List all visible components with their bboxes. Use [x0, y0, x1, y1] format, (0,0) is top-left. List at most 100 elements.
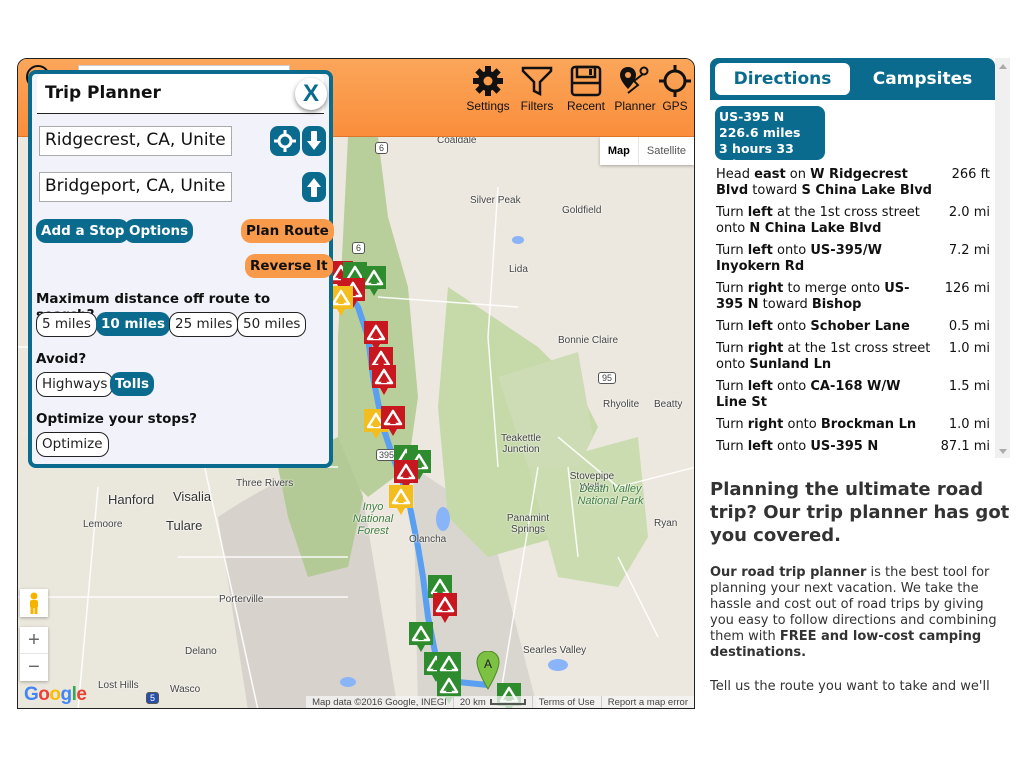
origin-input[interactable]: Ridgecrest, CA, Unite [39, 126, 232, 156]
add-stop-button[interactable]: Add a Stop [36, 219, 130, 243]
gear-icon [473, 66, 503, 96]
map-label: Silver Peak [470, 195, 521, 206]
avoid-tolls-toggle[interactable]: Tolls [110, 372, 154, 396]
google-logo[interactable]: Google [24, 684, 87, 706]
scroll-up-arrow[interactable] [999, 64, 1007, 69]
direction-step[interactable]: Turn left at the 1st cross street onto N… [716, 205, 992, 237]
map-label: Panamint Springs [506, 513, 550, 535]
map-type-satellite-button[interactable]: Satellite [639, 137, 694, 165]
filters-button[interactable]: Filters [512, 65, 562, 113]
optimize-button[interactable]: Optimize [36, 432, 109, 457]
direction-step[interactable]: Turn right at the 1st cross street onto … [716, 341, 992, 373]
start-marker-icon[interactable]: A [476, 651, 500, 691]
map-label: Three Rivers [236, 478, 294, 489]
map-label: Lemoore [83, 519, 123, 530]
settings-label: Settings [466, 99, 510, 113]
map-label: Tulare [166, 518, 203, 533]
directions-list: Head east on W Ridgecrest Blvd toward S … [716, 167, 992, 461]
map-label: Bonnie Claire [558, 335, 619, 346]
direction-distance: 266 ft [951, 167, 990, 182]
distance-option-25[interactable]: 25 miles [169, 312, 239, 337]
direction-instruction: Turn right at the 1st cross street onto … [716, 341, 931, 372]
zoom-in-button[interactable]: + [20, 627, 48, 654]
planner-label: Planner [614, 99, 656, 113]
direction-distance: 0.5 mi [948, 319, 990, 334]
map-type-map-button[interactable]: Map [600, 137, 639, 165]
campsite-marker-red-icon[interactable] [432, 592, 458, 624]
scale-bar [489, 699, 526, 706]
direction-step[interactable]: Turn left onto CA-168 W/W Line St 1.5 mi [716, 379, 992, 411]
direction-step[interactable]: Turn left onto US-395/W Inyokern Rd 7.2 m… [716, 243, 992, 275]
tab-campsites[interactable]: Campsites [855, 63, 990, 95]
map-label: Searles Valley [523, 645, 587, 656]
pegman-icon [30, 592, 38, 614]
map-data-credit: Map data ©2016 Google, INEGI [312, 697, 447, 708]
move-down-button[interactable] [302, 126, 326, 156]
map-label: Lida [509, 264, 528, 275]
map-type-control: Map Satellite [599, 137, 694, 165]
distance-option-10[interactable]: 10 miles [96, 312, 170, 336]
campsite-marker-red-icon[interactable] [371, 364, 397, 396]
map-label: Goldfield [562, 205, 602, 216]
map-scale[interactable]: 20 km [452, 696, 532, 708]
options-button[interactable]: Options [124, 219, 194, 243]
map-label: Wasco [170, 684, 201, 695]
promo-title: Planning the ultimate road trip? Our tri… [710, 479, 1010, 546]
scale-label: 20 km [459, 697, 486, 708]
trip-planner-dialog: Trip Planner X Ridgecrest, CA, Unite Bri… [28, 70, 334, 468]
campsite-marker-green-icon[interactable] [408, 621, 434, 653]
report-map-error-link[interactable]: Report a map error [600, 696, 694, 708]
direction-instruction: Turn right onto Brockman Ln [716, 417, 917, 432]
zoom-out-button[interactable]: − [20, 654, 48, 681]
planner-button[interactable]: Planner [610, 65, 660, 113]
avoid-highways-toggle[interactable]: Highways [36, 372, 114, 397]
map-label: Porterville [219, 594, 264, 605]
route-pin-icon [620, 66, 649, 94]
direction-step[interactable]: Turn right onto Brockman Ln 1.0 mi [716, 417, 992, 433]
close-planner-button[interactable]: X [295, 78, 327, 110]
highway-shield: 95 [598, 372, 617, 384]
zoom-control: + − [20, 627, 48, 681]
terms-of-use-link[interactable]: Terms of Use [531, 696, 601, 708]
map-label: Ryan [654, 518, 678, 529]
map-label: Olancha [409, 534, 447, 545]
directions-scrollbar[interactable] [995, 58, 1010, 458]
direction-distance: 1.0 mi [948, 341, 990, 356]
campsite-marker-yellow-icon[interactable] [388, 484, 414, 516]
map-label: Delano [185, 646, 217, 657]
settings-button[interactable]: Settings [463, 65, 513, 113]
direction-step[interactable]: Turn left onto Schober Lane 0.5 mi [716, 319, 992, 335]
map-attribution: Map data ©2016 Google, INEGI 20 km Terms… [306, 696, 694, 708]
route-name: US-395 N [719, 109, 785, 124]
destination-input[interactable]: Bridgeport, CA, Unite [39, 172, 232, 202]
direction-distance: 1.5 mi [948, 379, 990, 394]
move-up-button[interactable] [302, 172, 326, 202]
direction-instruction: Turn left onto Schober Lane [716, 319, 910, 334]
reverse-route-button[interactable]: Reverse It [245, 254, 333, 278]
direction-step[interactable]: Turn left onto US-395 N 87.1 mi [716, 439, 992, 455]
plan-route-button[interactable]: Plan Route [241, 219, 334, 243]
filter-icon [521, 66, 553, 97]
highway-shield: 6 [352, 242, 366, 254]
optimize-label: Optimize your stops? [36, 411, 197, 427]
direction-instruction: Turn left onto CA-168 W/W Line St [716, 379, 901, 410]
recent-button[interactable]: Recent [561, 65, 611, 113]
map-label: Rhyolite [603, 399, 640, 410]
scroll-down-arrow[interactable] [999, 449, 1007, 454]
use-gps-location-button[interactable] [270, 126, 300, 156]
street-view-pegman[interactable] [20, 589, 48, 617]
distance-option-50[interactable]: 50 miles [237, 312, 307, 337]
arrow-up-icon [307, 178, 321, 197]
gps-button[interactable]: GPS [654, 65, 694, 113]
distance-option-5[interactable]: 5 miles [36, 312, 97, 337]
campsite-marker-red-icon[interactable] [380, 405, 406, 437]
highway-shield: 6 [375, 142, 389, 154]
promo-section: Planning the ultimate road trip? Our tri… [710, 478, 1010, 695]
trip-planner-header: Trip Planner X [37, 74, 327, 114]
trip-planner-title: Trip Planner [45, 83, 161, 103]
tab-directions[interactable]: Directions [715, 63, 850, 95]
direction-step[interactable]: Head east on W Ridgecrest Blvd toward S … [716, 167, 992, 199]
arrow-down-icon [307, 131, 321, 150]
direction-step[interactable]: Turn right to merge onto US-395 N toward… [716, 281, 992, 313]
direction-distance: 87.1 mi [940, 439, 990, 454]
